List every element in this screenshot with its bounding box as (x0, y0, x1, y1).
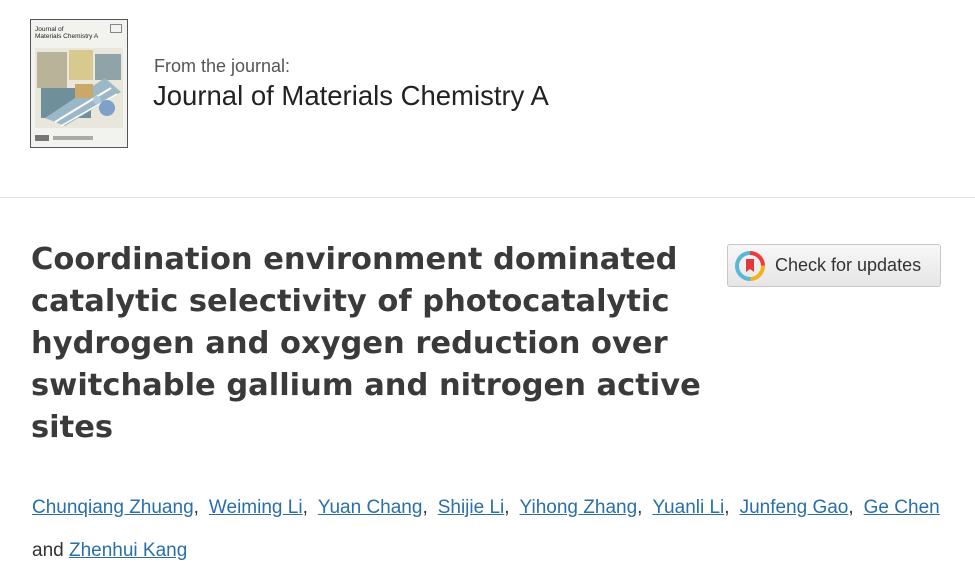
author-link[interactable]: Yuan Chang (318, 497, 423, 518)
author-separator: , (193, 497, 199, 518)
author-link[interactable]: Chunqiang Zhuang (32, 497, 194, 518)
crossmark-icon (735, 250, 765, 281)
author-link[interactable]: Shijie Li (438, 497, 505, 518)
author-link[interactable]: Ge Chen (864, 497, 940, 518)
author-separator: , (302, 497, 308, 518)
author-separator: , (848, 497, 854, 518)
author-link[interactable]: Junfeng Gao (740, 497, 849, 518)
author-link[interactable]: Yuanli Li (652, 497, 724, 518)
cover-logo-box (110, 24, 122, 33)
cover-footer-logos (35, 135, 93, 141)
journal-name-link[interactable]: Journal of Materials Chemistry A (153, 80, 549, 112)
author-separator: , (724, 497, 730, 518)
cover-title: Journal of Materials Chemistry A (35, 26, 99, 40)
author-list: Chunqiang Zhuang, Weiming Li, Yuan Chang, S… (32, 486, 962, 564)
author-separator: , (637, 497, 643, 518)
cover-artwork (35, 48, 123, 128)
author-link[interactable]: Weiming Li (209, 497, 303, 518)
author-conjunction: and (32, 540, 64, 561)
header-divider (0, 197, 975, 198)
author-separator: , (504, 497, 510, 518)
author-separator: , (422, 497, 428, 518)
check-for-updates-label: Check for updates (775, 255, 922, 275)
journal-cover-image[interactable]: Journal of Materials Chemistry A (30, 19, 128, 148)
author-link[interactable]: Yihong Zhang (520, 497, 638, 518)
author-link[interactable]: Zhenhui Kang (69, 540, 187, 561)
from-journal-label: From the journal: (154, 56, 291, 76)
article-title: Coordination environment dominated catal… (31, 242, 701, 445)
check-for-updates-button[interactable]: Check for updates (727, 244, 941, 287)
